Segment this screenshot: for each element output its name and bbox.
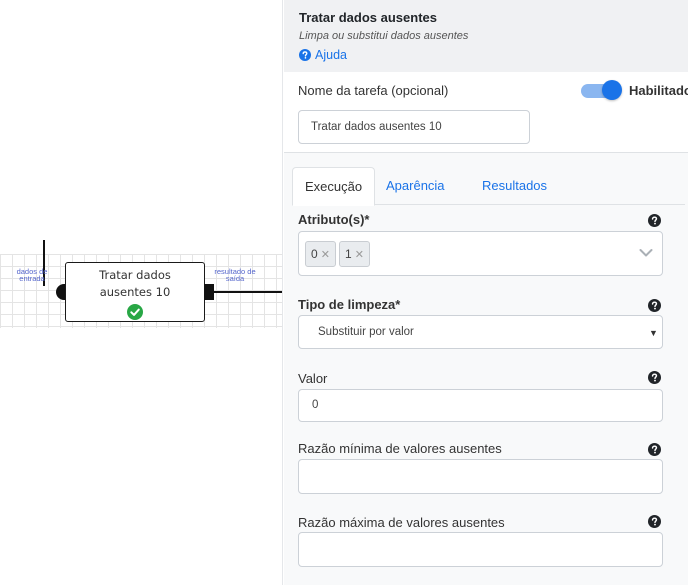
value-input[interactable]: 0 [298,389,663,422]
question-circle-icon[interactable] [648,214,661,227]
tab-aparencia[interactable]: Aparência [374,167,457,205]
toggle-knob [602,80,622,100]
attribute-chip-label: 1 [345,247,352,261]
panel-subtitle: Limpa ou substitui dados ausentes [299,30,469,42]
help-link[interactable]: Ajuda [299,48,347,62]
question-circle-icon [299,49,311,61]
question-circle-icon[interactable] [648,443,661,456]
help-link-label: Ajuda [315,48,347,62]
question-circle-icon[interactable] [648,371,661,384]
attributes-label: Atributo(s)* [298,212,370,227]
task-name-label: Nome da tarefa (opcional) [298,83,449,98]
min-ratio-input[interactable] [298,459,663,494]
tab-bar: Execução Aparência Resultados [292,167,685,206]
check-circle-icon [127,304,143,320]
panel-header: Tratar dados ausentes Limpa ou substitui… [284,0,688,72]
output-port[interactable] [204,284,214,300]
attribute-chip[interactable]: 1 ✕ [339,241,370,267]
max-ratio-label: Razão máxima de valores ausentes [298,515,505,530]
output-connection-wire[interactable] [213,291,282,293]
min-ratio-label: Razão mínima de valores ausentes [298,441,502,456]
tab-execucao[interactable]: Execução [292,167,376,206]
enabled-toggle[interactable] [579,79,623,101]
tab-resultados[interactable]: Resultados [470,167,559,205]
properties-panel: Tratar dados ausentes Limpa ou substitui… [282,0,688,585]
task-name-input[interactable] [298,110,530,144]
value-label: Valor [298,371,328,386]
value-input-text: 0 [312,399,319,411]
max-ratio-input[interactable] [298,532,663,567]
question-circle-icon[interactable] [648,515,661,528]
attributes-multiselect[interactable]: 0 ✕ 1 ✕ [298,231,663,276]
task-node-title: Tratar dados ausentes 10 [99,268,171,299]
enabled-toggle-label: Habilitado [629,83,688,98]
task-node[interactable]: Tratar dados ausentes 10 [65,262,205,322]
question-circle-icon[interactable] [648,299,661,312]
chevron-down-icon[interactable] [639,248,653,258]
caret-down-icon: ▼ [649,328,658,338]
panel-title: Tratar dados ausentes [299,10,437,25]
cleaning-type-label: Tipo de limpeza* [298,297,401,312]
cleaning-type-select[interactable]: Substituir por valor ▼ [298,315,663,349]
output-port-label: resultado de saída [214,267,256,283]
workflow-canvas[interactable]: dados de entrada resultado de saída Trat… [0,0,282,585]
attribute-chip[interactable]: 0 ✕ [305,241,336,267]
cleaning-type-value: Substituir por valor [318,326,414,338]
remove-chip-icon[interactable]: ✕ [355,249,364,261]
remove-chip-icon[interactable]: ✕ [321,249,330,261]
attribute-chip-label: 0 [311,247,318,261]
input-port-label: dados de entrada [16,267,48,283]
